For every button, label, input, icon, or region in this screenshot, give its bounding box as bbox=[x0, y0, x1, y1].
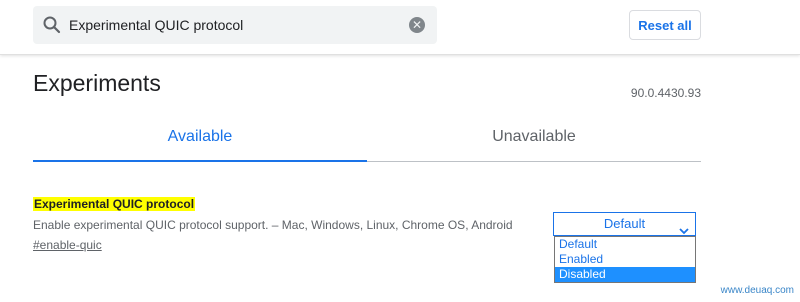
tab-unavailable[interactable]: Unavailable bbox=[367, 128, 701, 160]
clear-icon[interactable]: ✕ bbox=[409, 17, 425, 33]
experiment-select[interactable]: Default bbox=[553, 212, 696, 236]
chevron-down-icon bbox=[679, 220, 689, 235]
search-box[interactable]: ✕ bbox=[33, 6, 437, 44]
experiment-link[interactable]: #enable-quic bbox=[33, 238, 102, 252]
version-label: 90.0.4430.93 bbox=[630, 86, 701, 100]
option-disabled[interactable]: Disabled bbox=[555, 267, 695, 282]
option-enabled[interactable]: Enabled bbox=[555, 252, 695, 267]
select-value: Default bbox=[603, 216, 646, 231]
page-title: Experiments bbox=[33, 70, 161, 96]
select-dropdown: Default Enabled Disabled bbox=[554, 236, 696, 283]
option-default[interactable]: Default bbox=[555, 237, 695, 252]
experiment-title: Experimental QUIC protocol bbox=[33, 197, 196, 211]
search-input[interactable] bbox=[69, 6, 399, 44]
search-icon bbox=[42, 15, 62, 35]
experiment-description: Enable experimental QUIC protocol suppor… bbox=[33, 218, 513, 232]
tab-available[interactable]: Available bbox=[33, 128, 367, 160]
watermark: www.deuaq.com bbox=[720, 285, 794, 296]
toolbar: ✕ Reset all bbox=[0, 0, 800, 55]
reset-all-button[interactable]: Reset all bbox=[629, 10, 701, 40]
active-tab-indicator bbox=[33, 160, 367, 162]
